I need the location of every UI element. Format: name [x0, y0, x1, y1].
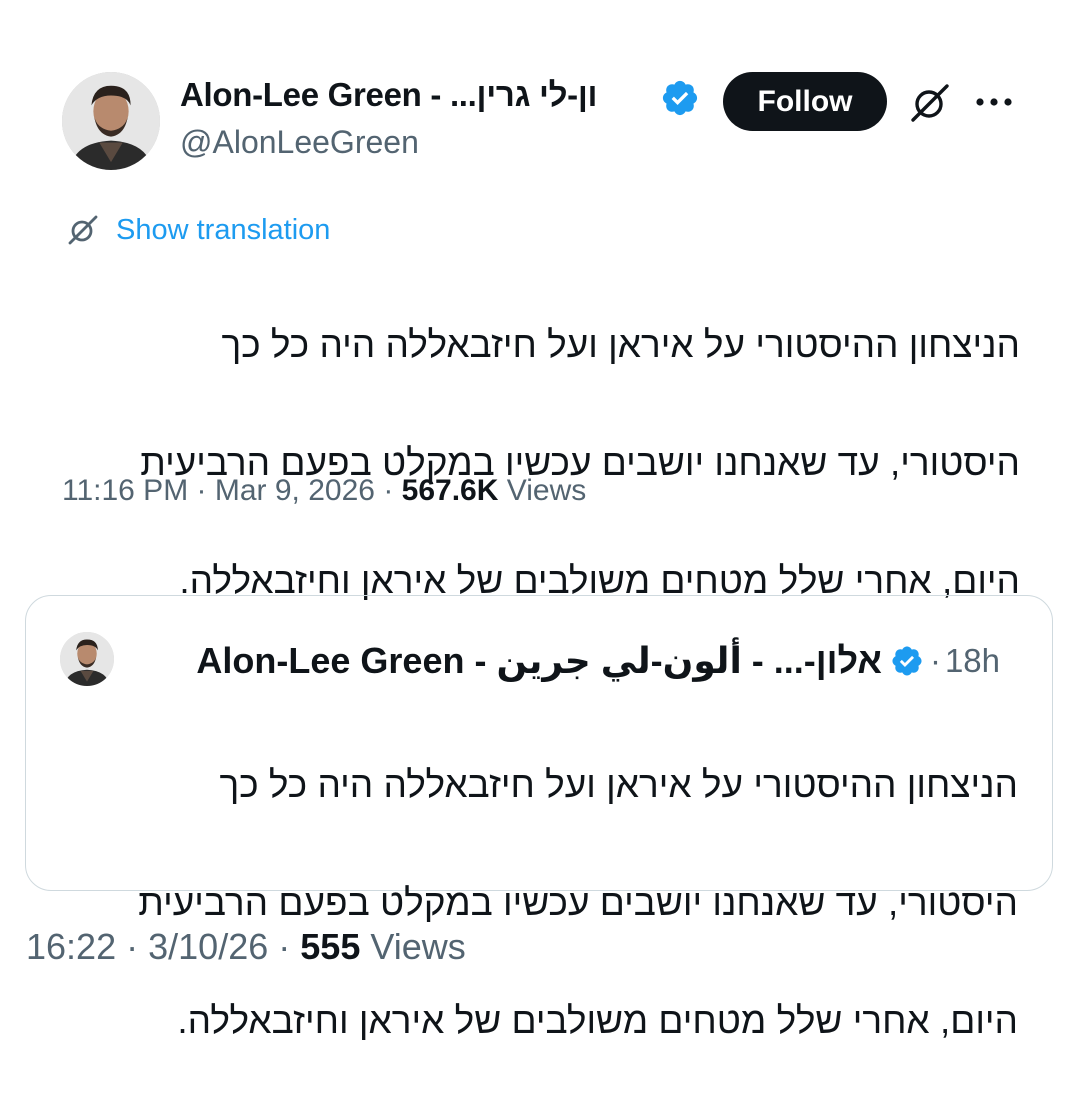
quoted-author-avatar[interactable] [60, 632, 114, 686]
footer-separator: · [278, 926, 291, 967]
tweet-date[interactable]: Mar 9, 2026 [215, 474, 375, 507]
author-display-name[interactable]: Alon-Lee Green - ...ון-לי גרין [180, 76, 597, 114]
tweet-meta: 11:16 PM · Mar 9, 2026 · 567.6K Views [62, 474, 586, 508]
show-translation-row[interactable]: Show translation [66, 210, 330, 250]
author-avatar[interactable] [62, 72, 160, 170]
verified-badge-icon[interactable] [660, 78, 700, 118]
footer-separator: · [126, 926, 139, 967]
views-count: 567.6K [401, 474, 499, 507]
author-handle[interactable]: @AlonLeeGreen [180, 124, 419, 161]
avatar-image [62, 72, 160, 170]
translate-icon [68, 215, 98, 245]
grok-icon[interactable] [907, 80, 953, 126]
tweet-text-line: הניצחון ההיסטורי על איראן ועל חיזבאללה ה… [221, 324, 1020, 365]
verified-badge-icon [892, 646, 922, 676]
show-translation-link[interactable]: Show translation [116, 214, 330, 247]
quoted-author-name[interactable]: Alon-Lee Green - אלון-... - ألون-لي جرين [196, 640, 882, 682]
meta-separator: · [196, 474, 207, 507]
meta-separator: · [383, 474, 394, 507]
quote-text-line: היום, אחרי שלל מטחים משולבים של איראן וח… [177, 1000, 1018, 1041]
footer-views-label: Views [370, 926, 466, 967]
quote-text-line: היסטורי, עד שאנחנו יושבים עכשיו במקלט בפ… [138, 882, 1018, 923]
more-options-icon[interactable] [970, 88, 1018, 116]
footer-date: 3/10/26 [148, 926, 269, 967]
avatar-image [60, 632, 114, 686]
footer-views-count: 555 [300, 926, 361, 967]
quote-separator: · [929, 642, 941, 679]
tweet-time[interactable]: 11:16 PM [62, 474, 188, 507]
quoted-tweet-text: הניצחון ההיסטורי על איראן ועל חיזבאללה ה… [58, 696, 1018, 1109]
quote-text-line: הניצחון ההיסטורי על איראן ועל חיזבאללה ה… [219, 764, 1018, 805]
quoted-tweet-time[interactable]: 18h [945, 642, 1000, 680]
footer-meta: 16:22 · 3/10/26 · 555 Views [26, 926, 466, 968]
views-label: Views [506, 474, 587, 507]
follow-button[interactable]: Follow [723, 72, 887, 131]
footer-time: 16:22 [26, 926, 117, 967]
quoted-tweet-header: Alon-Lee Green - אלון-... - ألون-لي جرين… [128, 638, 1000, 684]
